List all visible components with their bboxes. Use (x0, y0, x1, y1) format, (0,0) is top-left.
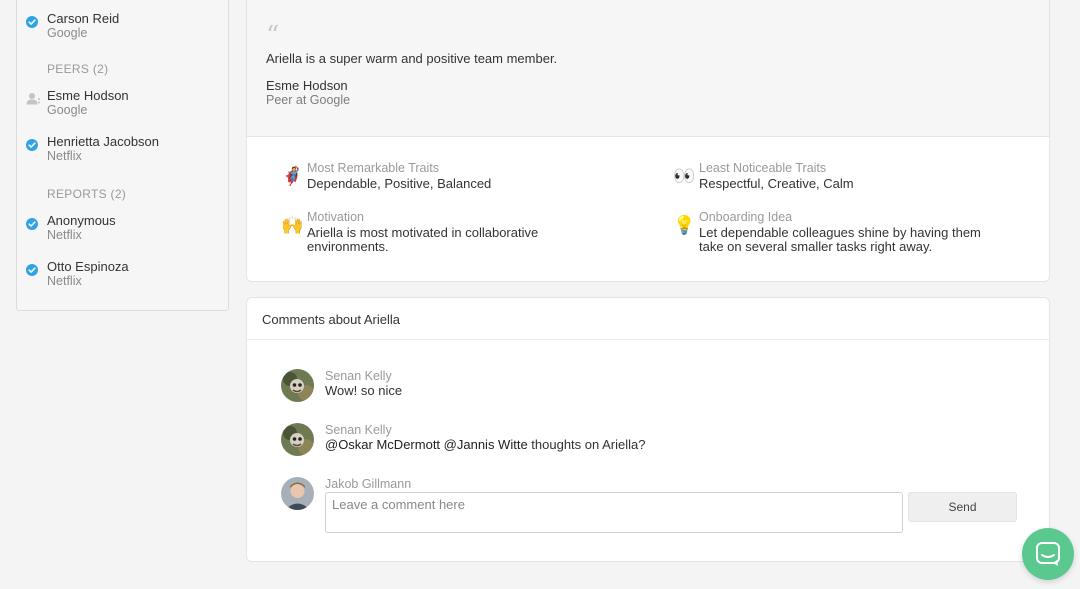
comment-author: Senan Kelly (325, 423, 392, 437)
person-name: Henrietta Jacobson (47, 134, 160, 149)
quote-author-role: Peer at Google (266, 93, 351, 107)
trait-value: Respectful, Creative, Calm (699, 176, 854, 191)
trait-value: Dependable, Positive, Balanced (307, 176, 492, 191)
eyes-icon: 👀 (673, 166, 696, 186)
check-circle-icon (26, 139, 38, 151)
comment-input[interactable] (325, 492, 903, 533)
person-company: Google (47, 26, 88, 40)
trait-label: Least Noticeable Traits (699, 161, 827, 175)
check-circle-icon (26, 264, 38, 276)
peers-section-label: PEERS (2) (47, 62, 109, 76)
mention-link[interactable]: @Jannis Witte (444, 437, 528, 452)
composer-author: Jakob Gillmann (325, 477, 412, 491)
person-company: Netflix (47, 228, 82, 242)
person-company: Netflix (47, 149, 82, 163)
quote-author: Esme Hodson (266, 78, 348, 93)
trait-value: Ariella is most motivated in collaborati… (307, 225, 539, 254)
avatar (281, 423, 314, 456)
user-pending-icon (26, 92, 42, 110)
person-name: Esme Hodson (47, 88, 129, 103)
comment-text-tail: thoughts on Ariella? (527, 437, 646, 452)
quote-icon: “ (266, 21, 280, 51)
reviewer-sidebar: Carson Reid Google PEERS (2) Esme Hodson… (16, 0, 229, 311)
comment-text: Wow! so nice (325, 383, 403, 398)
superhero-icon: 🦸 (281, 166, 304, 186)
trait-label: Onboarding Idea (699, 210, 793, 224)
person-company: Netflix (47, 274, 82, 288)
quote-text: Ariella is a super warm and positive tea… (266, 51, 558, 66)
review-card: “ Ariella is a super warm and positive t… (246, 0, 1050, 282)
person-name: Anonymous (47, 213, 116, 228)
mention-link[interactable]: @Oskar McDermott (325, 437, 440, 452)
comment-author: Senan Kelly (325, 369, 392, 383)
person-company: Google (47, 103, 88, 117)
lightbulb-icon: 💡 (673, 215, 696, 235)
check-circle-icon (26, 218, 38, 230)
comments-header: Comments about Ariella (247, 298, 1049, 340)
trait-value: Let dependable colleagues shine by havin… (699, 225, 981, 254)
trait-label: Most Remarkable Traits (307, 161, 439, 175)
person-name: Carson Reid (47, 11, 120, 26)
check-circle-icon (26, 16, 38, 28)
avatar (281, 369, 314, 402)
reports-section-label: REPORTS (2) (47, 187, 127, 201)
avatar (281, 477, 314, 510)
chat-icon (1036, 542, 1060, 566)
raised-hands-icon: 🙌 (281, 215, 304, 235)
comment-text: @Oskar McDermott @Jannis Witte thoughts … (325, 437, 645, 452)
review-quote: “ Ariella is a super warm and positive t… (247, 0, 1049, 137)
trait-label: Motivation (307, 210, 364, 224)
chat-launcher-button[interactable] (1022, 528, 1074, 580)
send-button[interactable]: Send (908, 492, 1017, 522)
comments-title: Comments about Ariella (262, 312, 401, 327)
person-name: Otto Espinoza (47, 259, 129, 274)
comments-card: Comments about Ariella Senan Kelly Wow! … (246, 297, 1050, 562)
